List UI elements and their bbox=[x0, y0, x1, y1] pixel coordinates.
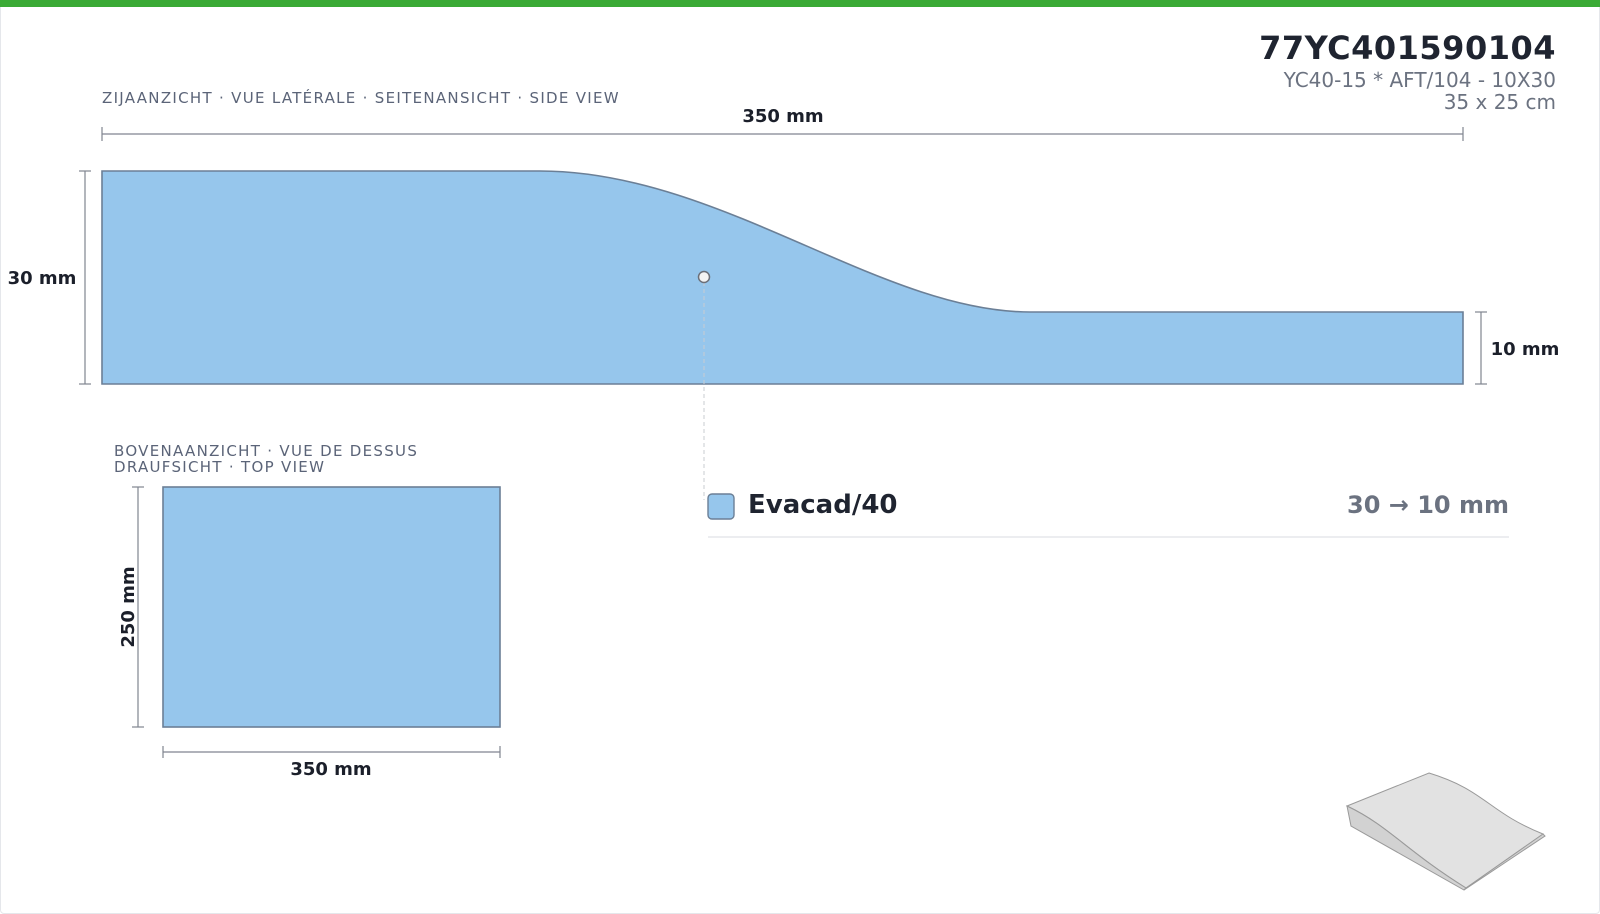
thickness-range: 30 → 10 mm bbox=[1347, 491, 1509, 519]
side-length-label: 350 mm bbox=[742, 106, 823, 127]
side-view-caption: ZIJAANZICHT · VUE LATÉRALE · SEITENANSIC… bbox=[102, 88, 620, 107]
technical-drawing: ZIJAANZICHT · VUE LATÉRALE · SEITENANSIC… bbox=[8, 88, 1560, 891]
left-height-dimension bbox=[79, 170, 91, 385]
top-view-caption-line2: DRAUFSICHT · TOP VIEW bbox=[114, 458, 325, 476]
side-length-dimension bbox=[101, 127, 1464, 141]
right-height-label: 10 mm bbox=[1491, 339, 1560, 360]
side-profile-shape bbox=[101, 170, 1464, 385]
right-height-dimension bbox=[1475, 311, 1487, 385]
left-height-label: 30 mm bbox=[8, 268, 77, 289]
top-width-dimension bbox=[162, 746, 501, 758]
top-height-label: 250 mm bbox=[118, 566, 139, 647]
material-swatch bbox=[707, 493, 735, 520]
material-marker[interactable] bbox=[697, 270, 711, 284]
product-3d-thumbnail bbox=[1345, 772, 1546, 891]
material-name: Evacad/40 bbox=[748, 490, 898, 520]
top-width-label: 350 mm bbox=[290, 759, 371, 780]
top-view-shape bbox=[162, 486, 501, 728]
